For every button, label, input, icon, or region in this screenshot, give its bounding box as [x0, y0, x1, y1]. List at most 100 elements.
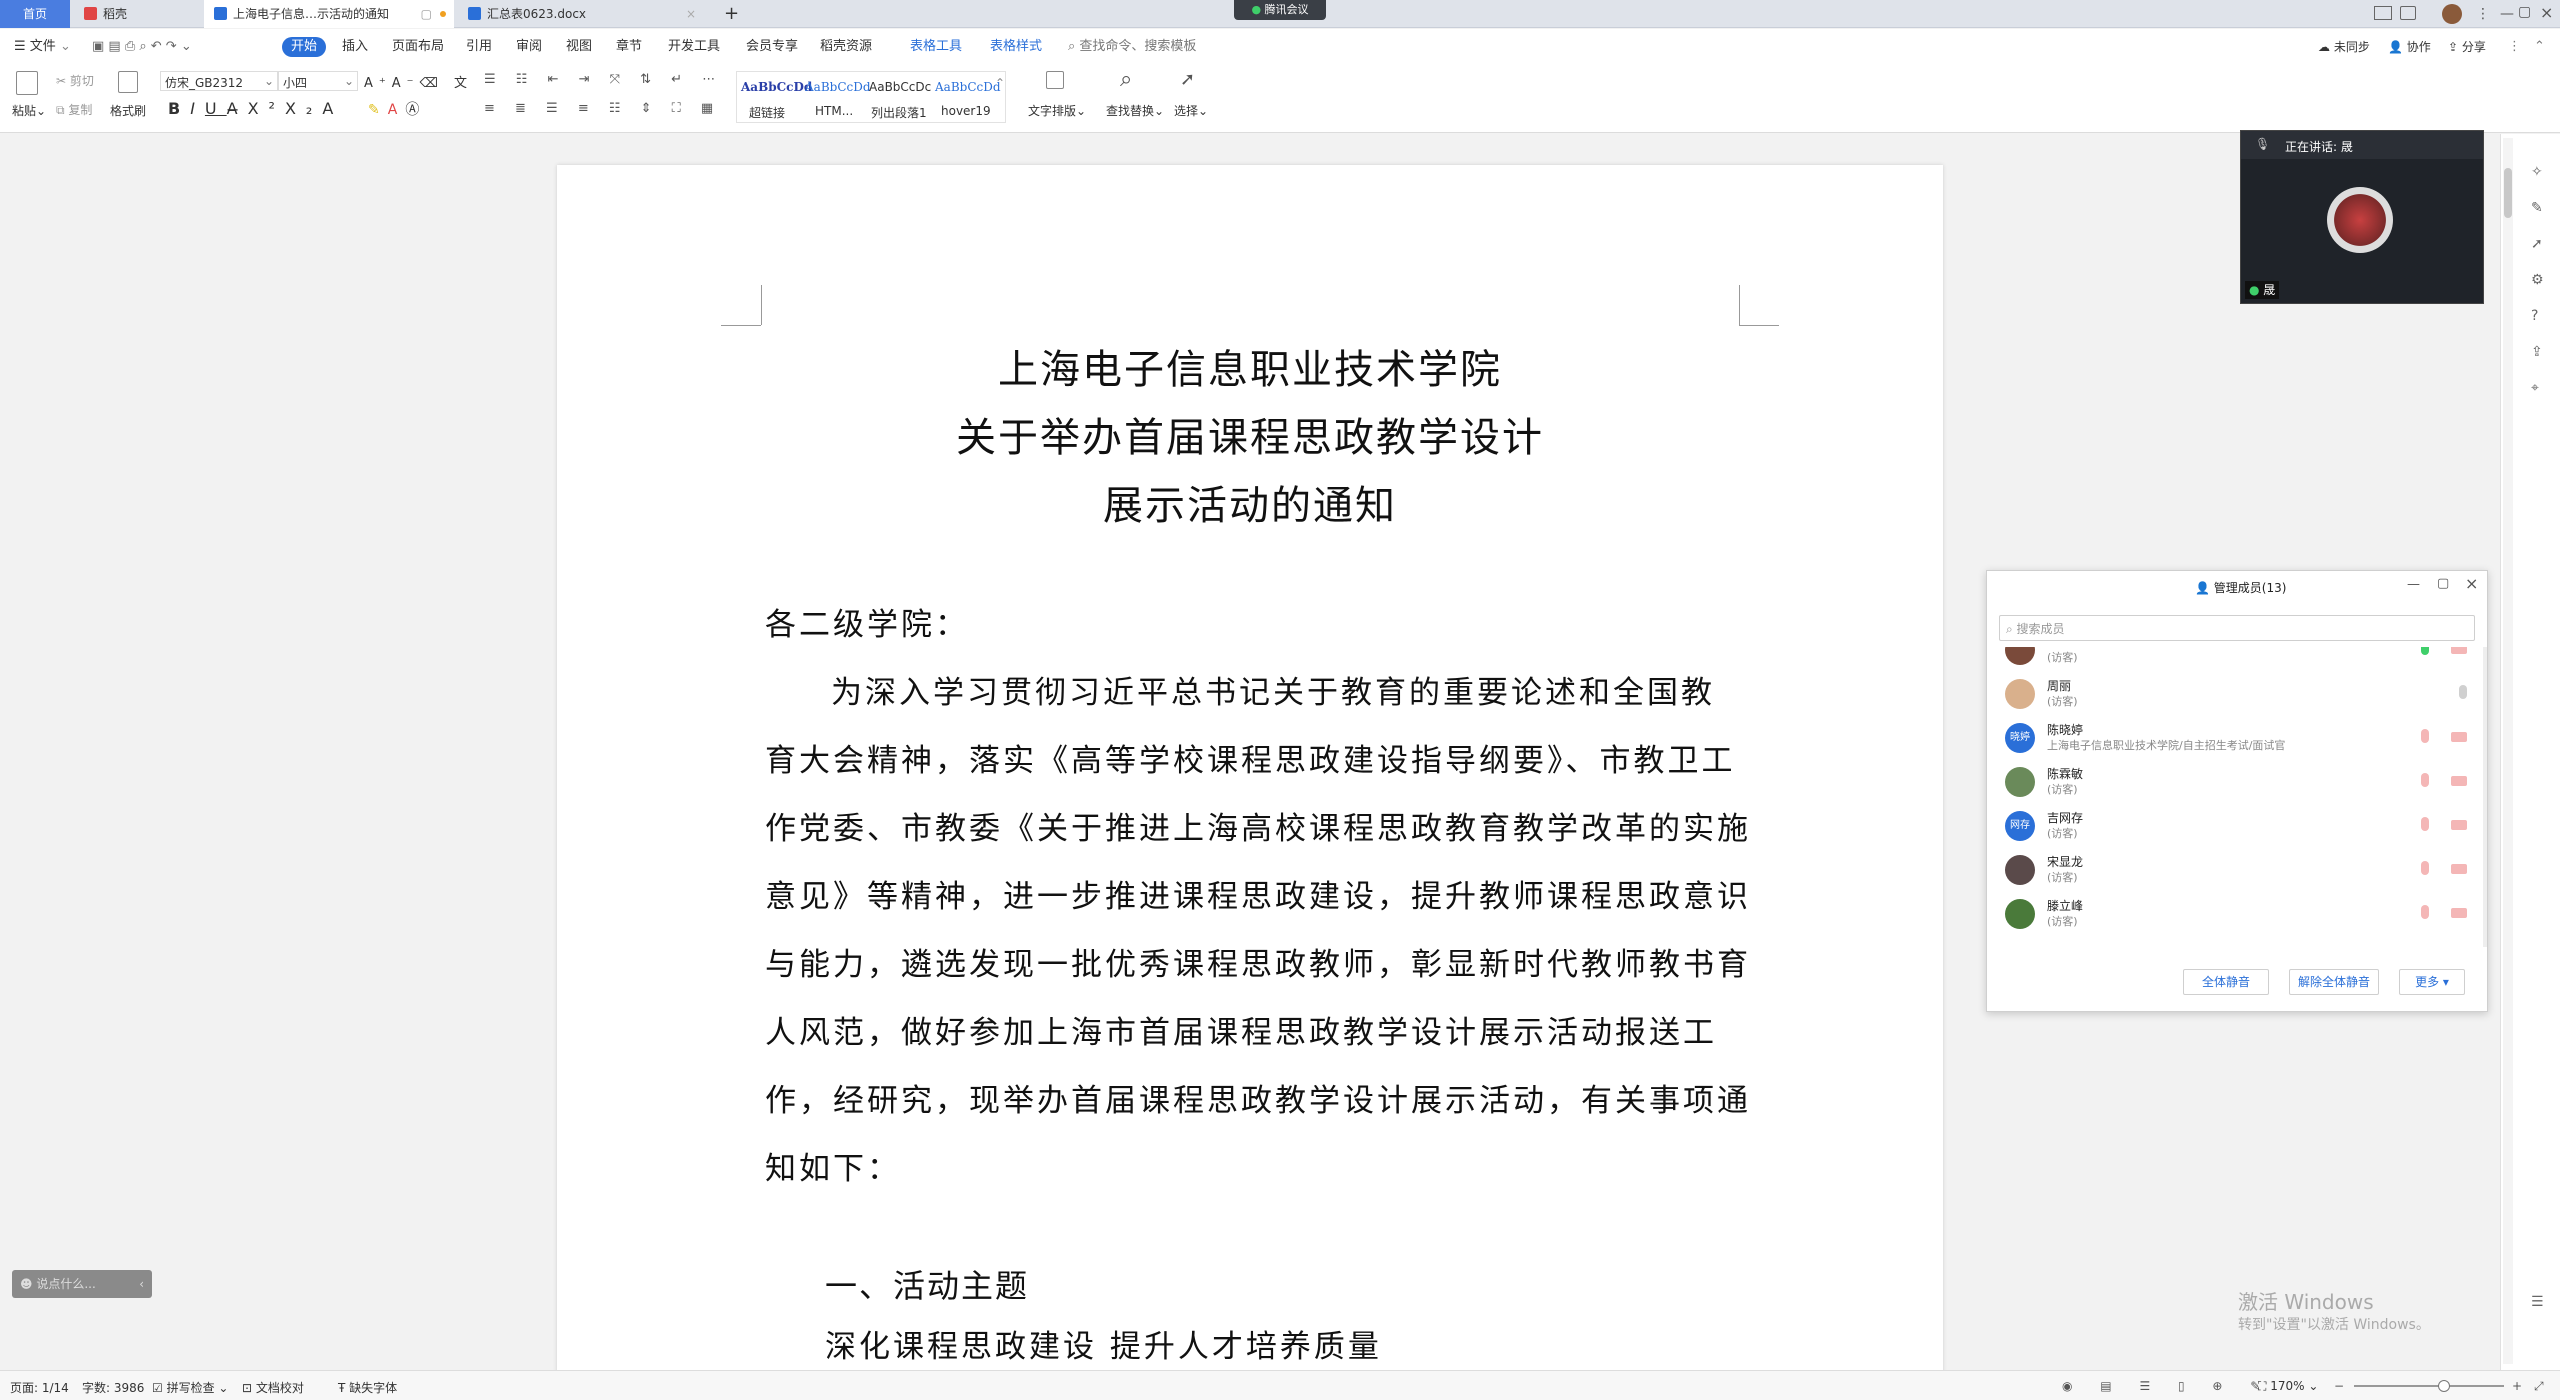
- chat-input-bubble[interactable]: ☻ 说点什么... ‹: [12, 1270, 152, 1298]
- close-icon[interactable]: ×: [2465, 574, 2478, 593]
- tab-review[interactable]: 审阅: [516, 37, 542, 57]
- view-mode-buttons[interactable]: ◉ ▤ ☰ ▯ ⊕ ✎: [2062, 1379, 2272, 1393]
- camera-off-icon[interactable]: [2451, 732, 2467, 742]
- tab-home-ribbon[interactable]: 开始: [282, 37, 326, 57]
- select-button[interactable]: 选择⌄: [1174, 102, 1208, 119]
- meeting-video-window[interactable]: 🎙 正在讲话: 晟 ● 晟: [2240, 130, 2484, 304]
- share-doc-icon[interactable]: ⇪: [2531, 344, 2543, 360]
- style-preview-list-paragraph[interactable]: AaBbCcDc: [869, 80, 931, 94]
- format-painter-button[interactable]: 格式刷: [110, 102, 146, 119]
- mic-icon[interactable]: [2421, 647, 2429, 655]
- pin-icon[interactable]: ▢: [421, 0, 432, 28]
- mic-muted-icon[interactable]: [2421, 905, 2429, 919]
- command-search[interactable]: ⌕ 查找命令、搜索模板: [1068, 37, 1196, 57]
- tab-page-layout[interactable]: 页面布局: [392, 37, 444, 57]
- member-search-input[interactable]: ⌕ 搜索成员: [1999, 615, 2475, 641]
- list-item[interactable]: 滕立峰 (访客): [1987, 893, 2487, 937]
- camera-off-icon[interactable]: [2451, 908, 2467, 918]
- tab-table-tools[interactable]: 表格工具: [910, 37, 962, 57]
- cursor-icon[interactable]: ➚: [2531, 236, 2543, 252]
- tab-view[interactable]: 视图: [566, 37, 592, 57]
- zoom-out-icon[interactable]: −: [2334, 1379, 2344, 1393]
- zoom-in-icon[interactable]: +: [2512, 1379, 2522, 1393]
- chevron-left-icon[interactable]: ‹: [139, 1270, 144, 1298]
- align-tools[interactable]: ≡ ≣ ☰ ≡ ☷ ⇕ ⛶ ▦: [484, 101, 721, 116]
- pen-icon[interactable]: ✎: [2531, 200, 2543, 216]
- tab-developer[interactable]: 开发工具: [668, 37, 720, 57]
- settings-sliders-icon[interactable]: ☰: [2531, 1294, 2544, 1310]
- window-icon[interactable]: [2400, 6, 2416, 20]
- location-icon[interactable]: ⌖: [2531, 380, 2539, 396]
- collab-button[interactable]: 👤 协作: [2388, 37, 2431, 57]
- spell-check-toggle[interactable]: ☑ 拼写检查 ⌄: [152, 1379, 228, 1396]
- font-style-tools[interactable]: BIUA̶X²X₂A: [168, 99, 343, 118]
- maximize-icon[interactable]: ▢: [2437, 576, 2449, 591]
- font-name-select[interactable]: 仿宋_GB2312 ⌄: [160, 71, 278, 91]
- magic-wand-icon[interactable]: ✧: [2531, 164, 2543, 180]
- highlight-color-tools[interactable]: ✎AⒶ: [368, 99, 427, 119]
- find-replace-button[interactable]: 查找替换⌄: [1106, 102, 1164, 119]
- avatar[interactable]: [2442, 4, 2462, 24]
- zoom-slider-thumb[interactable]: [2438, 1380, 2450, 1392]
- word-count[interactable]: 字数: 3986: [82, 1379, 144, 1396]
- style-preview-hyperlink[interactable]: AaBbCcDd: [741, 80, 812, 94]
- collapse-ribbon-icon[interactable]: ⌃: [2534, 37, 2545, 57]
- tab-member[interactable]: 会员专享: [746, 37, 798, 57]
- settings-sliders-icon[interactable]: ⚙: [2531, 272, 2544, 288]
- sync-status[interactable]: ☁ 未同步: [2318, 37, 2370, 57]
- mic-muted-icon[interactable]: [2421, 729, 2429, 743]
- mic-muted-icon[interactable]: [2421, 773, 2429, 787]
- members-panel[interactable]: 👤 管理成员(13) — ▢ × ⌕ 搜索成员 … (访客) 周丽 (访客) 晓…: [1986, 570, 2488, 1012]
- tab-docer[interactable]: 稻壳: [74, 0, 200, 28]
- close-icon[interactable]: ×: [686, 0, 696, 28]
- list-item[interactable]: 周丽 (访客): [1987, 673, 2487, 717]
- camera-off-icon[interactable]: [2451, 647, 2467, 654]
- menu-file[interactable]: ☰ 文件 ⌄: [14, 37, 71, 57]
- meeting-badge[interactable]: ● 腾讯会议: [1234, 0, 1326, 20]
- more-button[interactable]: 更多 ▾: [2399, 969, 2465, 995]
- tab-insert[interactable]: 插入: [342, 37, 368, 57]
- page-indicator[interactable]: 页面: 1/14: [10, 1379, 69, 1396]
- tab-references[interactable]: 引用: [466, 37, 492, 57]
- font-size-tools[interactable]: A⁺A⁻⌫ 文: [364, 72, 473, 91]
- paste-icon[interactable]: [16, 71, 38, 95]
- fullscreen-icon[interactable]: ⤢: [2534, 1379, 2544, 1394]
- unmute-all-button[interactable]: 解除全体静音: [2289, 969, 2379, 995]
- new-tab-icon[interactable]: +: [714, 0, 744, 28]
- zoom-slider[interactable]: [2354, 1380, 2504, 1392]
- member-list-scrollbar[interactable]: [2483, 647, 2487, 947]
- list-item[interactable]: 晓婷 陈晓婷 上海电子信息职业技术学院/自主招生考试/面试官: [1987, 717, 2487, 761]
- text-layout-button[interactable]: 文字排版⌄: [1028, 102, 1086, 119]
- list-item[interactable]: 宋显龙 (访客): [1987, 849, 2487, 893]
- mic-muted-icon[interactable]: [2421, 817, 2429, 831]
- mic-muted-icon[interactable]: [2421, 861, 2429, 875]
- text-layout-icon[interactable]: [1046, 71, 1064, 89]
- magnifier-icon[interactable]: ⌕: [1120, 67, 1132, 92]
- close-window-icon[interactable]: ×: [2540, 3, 2553, 22]
- maximize-icon[interactable]: ▢: [2518, 4, 2531, 20]
- zoom-level[interactable]: ⛶ 170% ⌄: [2258, 1379, 2318, 1394]
- document-page[interactable]: 上海电子信息职业技术学院 关于举办首届课程思政教学设计 展示活动的通知 各二级学…: [557, 165, 1943, 1400]
- list-item[interactable]: 网存 吉网存 (访客): [1987, 805, 2487, 849]
- camera-off-icon[interactable]: [2451, 776, 2467, 786]
- vertical-scrollbar[interactable]: [2503, 138, 2513, 1364]
- quick-access-toolbar[interactable]: ▣ ▤ ⎙ ⌕ ↶ ↷ ⌄: [92, 37, 192, 57]
- tab-table-styles[interactable]: 表格样式: [990, 37, 1042, 57]
- list-item[interactable]: 陈霖敏 (访客): [1987, 761, 2487, 805]
- copy-button[interactable]: ⧉ 复制: [56, 101, 92, 118]
- doc-proofread-button[interactable]: ⊡ 文档校对: [242, 1379, 304, 1396]
- minimize-icon[interactable]: —: [2500, 6, 2514, 22]
- share-button[interactable]: ⇪ 分享: [2448, 37, 2486, 57]
- font-size-select[interactable]: 小四 ⌄: [278, 71, 358, 91]
- format-painter-icon[interactable]: [118, 71, 138, 93]
- cursor-icon[interactable]: ➚: [1180, 69, 1195, 90]
- tab-docer-resources[interactable]: 稻壳资源: [820, 37, 872, 57]
- camera-off-icon[interactable]: [2451, 864, 2467, 874]
- missing-font-button[interactable]: Ŧ 缺失字体: [338, 1379, 397, 1396]
- list-tools[interactable]: ☰ ☷ ⇤ ⇥ ⤧ ⇅ ↵ ⋯: [484, 72, 723, 87]
- help-icon[interactable]: ?: [2531, 308, 2538, 324]
- style-gallery[interactable]: AaBbCcDd AaBbCcDd AaBbCcDc AaBbCcDd 超链接 …: [736, 71, 1006, 123]
- tab-section[interactable]: 章节: [616, 37, 642, 57]
- tab-notice-doc[interactable]: 上海电子信息…示活动的通知 ▢: [204, 0, 454, 28]
- tab-summary-doc[interactable]: 汇总表0623.docx ×: [458, 0, 708, 28]
